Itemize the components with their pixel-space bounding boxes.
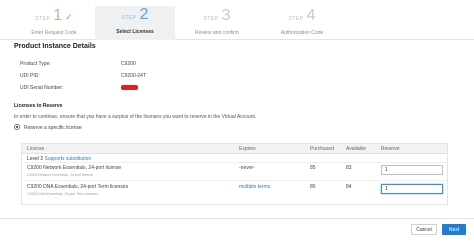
license-name: C9200 DNA Essentials, 24-port Term licen… [27, 184, 129, 190]
step-2-number: 2 [139, 6, 149, 23]
step-4[interactable]: STEP 4 Authorization Code [262, 7, 342, 40]
step-4-word: STEP [288, 16, 304, 22]
license-table: License Expires Purchased Available Rese… [21, 143, 448, 205]
reserve-specific-radio[interactable] [14, 124, 20, 130]
reserve-specific-label[interactable]: Reserve a specific license [24, 125, 82, 131]
reserve-quantity-input[interactable] [381, 165, 443, 175]
serial-redaction [121, 85, 138, 90]
license-expires: -never- [239, 165, 255, 171]
header-available: Available [346, 146, 367, 152]
cancel-button[interactable]: Cancel [411, 224, 437, 235]
step-1-label: Enter Request Code [31, 30, 77, 36]
level-prefix: Level 2 [27, 156, 45, 162]
step-1-number: 1 [53, 7, 63, 24]
supports-substitution-link[interactable]: Supports substitution [45, 156, 92, 162]
udi-serial-label: UDI Serial Number: [20, 85, 64, 91]
licenses-title: Licenses to Reserve [14, 103, 63, 109]
license-name: C9200 Network Essentials, 24-port licens… [27, 165, 122, 171]
license-subtext: C9200 Network Essentials, 24-port licens… [27, 173, 93, 177]
level-group-row: Level 2 Supports substitution [22, 154, 447, 163]
step-1-word: STEP [35, 16, 51, 22]
product-details-title: Product Instance Details [14, 43, 96, 50]
license-available: 83 [346, 165, 352, 171]
wizard-footer: Cancel Next [0, 218, 474, 241]
multiple-terms-link[interactable]: multiple terms [239, 184, 270, 190]
licenses-hint: In order to continue, ensure that you ha… [14, 114, 257, 120]
license-subtext: C9200 DNA Essentials, 24-port Term licen… [27, 192, 98, 196]
step-3-word: STEP [203, 16, 219, 22]
step-2[interactable]: STEP 2 Select Licenses [95, 6, 175, 40]
step-3-label: Review and confirm [195, 30, 239, 36]
step-3-number: 3 [221, 7, 231, 24]
step-4-number: 4 [306, 7, 316, 24]
step-3[interactable]: STEP 3 Review and confirm [177, 7, 257, 40]
product-type-value: C9200 [121, 61, 136, 67]
table-row: C9200 Network Essentials, 24-port licens… [22, 163, 447, 181]
product-type-label: Product Type: [20, 61, 51, 67]
udi-pid-label: UDI PID: [20, 73, 40, 79]
header-expires: Expires [239, 146, 256, 152]
level-label: Level 2 Supports substitution [27, 156, 91, 162]
step-1[interactable]: STEP 1 ✓ Enter Request Code [14, 7, 94, 40]
header-purchased: Purchased [310, 146, 334, 152]
reserve-quantity-input[interactable] [381, 184, 443, 194]
step-2-label: Select Licenses [116, 29, 154, 35]
table-header: License Expires Purchased Available Rese… [22, 144, 447, 154]
header-reserve: Reserve [381, 146, 400, 152]
checkmark-icon: ✓ [65, 12, 73, 22]
license-purchased: 85 [310, 184, 316, 190]
wizard-stepbar: STEP 1 ✓ Enter Request Code STEP 2 Selec… [0, 0, 474, 40]
step-2-word: STEP [121, 15, 137, 21]
license-purchased: 85 [310, 165, 316, 171]
table-row: C9200 DNA Essentials, 24-port Term licen… [22, 182, 447, 200]
next-button[interactable]: Next [442, 224, 466, 235]
license-available: 84 [346, 184, 352, 190]
udi-pid-value: C9200-24T [121, 73, 147, 79]
step-4-label: Authorization Code [280, 30, 324, 36]
header-license: License [27, 146, 45, 152]
